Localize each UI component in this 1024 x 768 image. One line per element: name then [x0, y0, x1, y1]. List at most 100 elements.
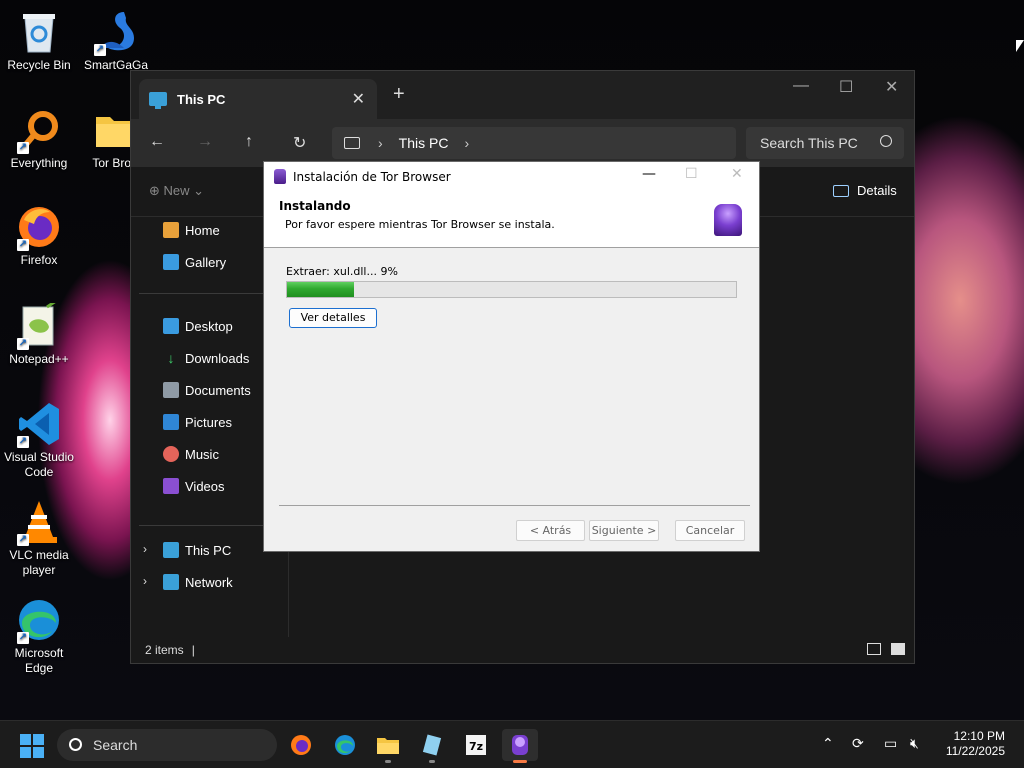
edge-icon: ↗ — [15, 596, 63, 644]
maximize-icon: ☐ — [685, 166, 698, 182]
taskbar-notepad[interactable] — [414, 729, 450, 763]
text-cursor: | — [191, 643, 195, 657]
tor-logo-icon — [714, 204, 742, 236]
desktop-icon-label: Firefox — [20, 253, 58, 267]
minimize-icon[interactable]: — — [793, 77, 809, 95]
progress-label: Extraer: xul.dll... 9% — [286, 265, 398, 278]
7zip-icon: 7z — [466, 735, 486, 755]
maximize-icon[interactable]: ☐ — [839, 77, 853, 97]
gallery-icon — [163, 254, 179, 270]
tiles-view-icon[interactable] — [891, 643, 905, 655]
taskbar-tor-browser[interactable] — [502, 729, 538, 763]
sidebar-item-desktop[interactable]: Desktop — [163, 316, 233, 336]
sidebar-item-label: Network — [185, 574, 233, 590]
taskbar-file-explorer[interactable] — [370, 729, 406, 763]
close-icon[interactable]: ✕ — [885, 77, 898, 97]
taskbar-7zip[interactable]: 7z — [458, 729, 494, 761]
active-indicator — [513, 760, 527, 763]
address-toolbar: ← → ↑ ↻ › This PC › Search This PC — [131, 119, 914, 167]
svg-text:7z: 7z — [469, 740, 483, 753]
details-button[interactable]: Details — [833, 183, 897, 198]
documents-icon — [163, 382, 179, 398]
tor-browser-icon — [512, 735, 528, 755]
desktop-icon-label: Everything — [10, 156, 68, 170]
desktop-icon-edge[interactable]: ↗ Microsoft Edge — [1, 596, 77, 676]
cancel-button[interactable]: Cancelar — [675, 520, 745, 541]
chevron-right-icon[interactable]: › — [464, 135, 469, 151]
chevron-right-icon[interactable]: › — [143, 574, 147, 588]
desktop-icon-recycle-bin[interactable]: Recycle Bin — [1, 8, 77, 73]
sidebar-item-music[interactable]: Music — [163, 444, 219, 464]
installer-header: Instalando Por favor espere mientras Tor… — [264, 191, 759, 248]
windows-logo-icon — [33, 747, 44, 758]
details-view-icon[interactable] — [867, 643, 881, 655]
desktop-icon-everything[interactable]: ↗ Everything — [1, 106, 77, 171]
close-icon: ✕ — [731, 166, 743, 182]
close-tab-icon[interactable]: ✕ — [352, 89, 365, 109]
desktop-icon-vlc[interactable]: ↗ VLC media player — [1, 498, 77, 578]
tab-this-pc[interactable]: This PC ✕ — [139, 79, 377, 119]
videos-icon — [163, 478, 179, 494]
start-button[interactable] — [20, 734, 44, 758]
system-clock[interactable]: 12:10 PM 11/22/2025 — [935, 729, 1005, 759]
taskbar-search-label: Search — [93, 737, 138, 753]
sync-icon[interactable]: ⟳ — [852, 735, 864, 752]
everything-icon: ↗ — [15, 106, 63, 154]
music-icon — [163, 446, 179, 462]
sidebar-item-network[interactable]: Network — [163, 572, 233, 592]
show-details-button[interactable]: Ver detalles — [289, 308, 377, 328]
sidebar-item-downloads[interactable]: ↓ Downloads — [163, 348, 250, 368]
sidebar-item-label: Gallery — [185, 254, 227, 270]
network-icon — [163, 574, 179, 590]
sidebar-item-label: Videos — [185, 478, 225, 494]
breadcrumb[interactable]: This PC — [399, 135, 449, 151]
sidebar-item-label: This PC — [185, 542, 232, 558]
desktop-icon-smartgaga[interactable]: ↗ SmartGaGa — [78, 8, 154, 73]
volume-muted-icon[interactable]: 🔇︎ — [910, 735, 919, 752]
divider — [279, 505, 750, 506]
sidebar-item-label: Pictures — [185, 414, 232, 430]
sidebar-item-home[interactable]: Home — [163, 220, 220, 240]
minimize-icon[interactable]: — — [642, 166, 656, 182]
edge-icon — [335, 735, 355, 755]
display-icon[interactable]: ▭ — [884, 735, 897, 752]
taskbar-search[interactable]: Search — [57, 729, 277, 761]
desktop-icon-label: Recycle Bin — [7, 58, 71, 72]
sidebar-item-label: Music — [185, 446, 219, 462]
desktop-icon-firefox[interactable]: ↗ Firefox — [1, 203, 77, 268]
new-button[interactable]: ⊕ New ⌄ — [149, 183, 204, 199]
search-input[interactable]: Search This PC — [746, 127, 904, 159]
sidebar-item-videos[interactable]: Videos — [163, 476, 225, 496]
next-button[interactable]: Siguiente > — [589, 520, 659, 541]
desktop-icon-vscode[interactable]: ↗ Visual Studio Code — [1, 400, 77, 480]
back-arrow-icon[interactable]: ← — [149, 133, 165, 151]
sidebar-item-this-pc[interactable]: This PC — [163, 540, 231, 560]
sidebar-item-gallery[interactable]: Gallery — [163, 252, 226, 272]
sidebar-item-documents[interactable]: Documents — [163, 380, 251, 400]
windows-logo-icon — [33, 734, 44, 745]
refresh-icon[interactable]: ↻ — [293, 133, 306, 153]
vscode-icon: ↗ — [15, 400, 63, 448]
address-bar[interactable]: › This PC › — [332, 127, 736, 159]
chevron-right-icon[interactable]: › — [143, 542, 147, 556]
chevron-up-icon[interactable]: ⌃ — [822, 735, 834, 752]
forward-arrow-icon[interactable]: → — [197, 133, 213, 151]
desktop-icon-notepadpp[interactable]: ↗ Notepad++ — [1, 302, 77, 367]
taskbar-firefox[interactable] — [283, 729, 319, 761]
sidebar-item-pictures[interactable]: Pictures — [163, 412, 232, 432]
windows-logo-icon — [20, 747, 31, 758]
up-arrow-icon[interactable]: ↑ — [245, 133, 253, 151]
sidebar-item-label: Documents — [185, 382, 251, 398]
pc-icon — [344, 137, 360, 149]
back-button[interactable]: < Atrás — [516, 520, 585, 541]
chevron-right-icon: › — [378, 135, 383, 151]
progress-bar — [286, 281, 737, 298]
taskbar-edge[interactable] — [327, 729, 363, 761]
desktop-icon-label: Notepad++ — [9, 352, 69, 366]
desktop-icon-label: Visual Studio Code — [4, 450, 74, 479]
new-tab-button[interactable]: + — [393, 83, 405, 106]
windows-logo-icon — [20, 734, 31, 745]
item-count: 2 items — [145, 643, 184, 657]
installer-titlebar: Instalación de Tor Browser — ☐ ✕ — [264, 162, 759, 191]
smartgaga-icon: ↗ — [92, 8, 140, 56]
